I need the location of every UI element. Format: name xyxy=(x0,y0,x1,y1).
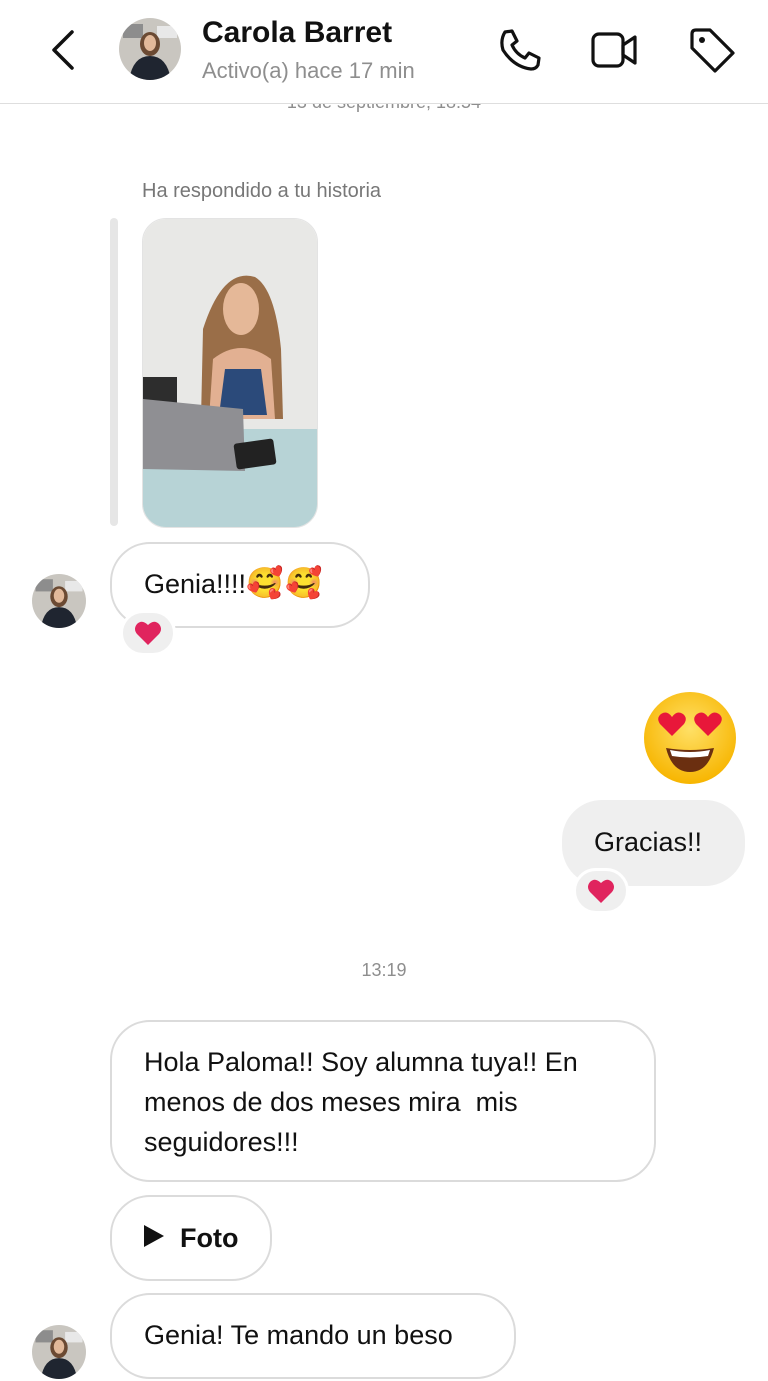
avatar-photo xyxy=(32,574,86,628)
story-reply-label: Ha respondido a tu historia xyxy=(142,180,382,202)
heart-reaction[interactable] xyxy=(120,610,176,656)
heart-icon xyxy=(135,621,161,645)
emoji-smiling-hearts: 🥰🥰 xyxy=(246,567,325,600)
photo-label: Foto xyxy=(180,1223,239,1253)
back-arrow-icon[interactable] xyxy=(44,28,84,72)
message-text: Genia! Te mando un beso xyxy=(144,1320,453,1350)
contact-name[interactable]: Carola Barret xyxy=(202,16,392,50)
story-photo xyxy=(143,219,317,527)
video-camera-icon[interactable] xyxy=(588,24,640,76)
tag-icon[interactable] xyxy=(686,24,738,76)
message-text-line: Hola Paloma!! Soy alumna tuya!! En xyxy=(144,1047,578,1077)
heart-reaction[interactable] xyxy=(573,868,629,914)
contact-avatar-small[interactable] xyxy=(32,1325,86,1379)
avatar-photo xyxy=(32,1325,86,1379)
contact-avatar[interactable] xyxy=(119,18,181,80)
message-bubble-received[interactable]: Hola Paloma!! Soy alumna tuya!! En menos… xyxy=(110,1020,656,1182)
contact-avatar-small[interactable] xyxy=(32,574,86,628)
heart-icon xyxy=(588,879,614,903)
message-text: Genia!!!! xyxy=(144,569,247,599)
contact-status: Activo(a) hace 17 min xyxy=(202,58,415,83)
story-thumbnail[interactable] xyxy=(142,218,318,528)
reply-quote-bar xyxy=(110,218,118,526)
message-text: Gracias!! xyxy=(594,827,703,857)
time-separator: 13:19 xyxy=(361,960,407,980)
heart-eyes-emoji[interactable] xyxy=(642,690,738,786)
photo-message-button[interactable]: Foto xyxy=(110,1195,272,1281)
chat-header: Carola Barret Activo(a) hace 17 min xyxy=(0,0,768,104)
message-bubble-received[interactable]: Genia! Te mando un beso xyxy=(110,1293,516,1379)
play-icon xyxy=(144,1225,164,1247)
phone-icon[interactable] xyxy=(494,24,546,76)
message-text-line: seguidores!!! xyxy=(144,1127,299,1157)
avatar-photo xyxy=(119,18,181,80)
message-text-line: menos de dos meses mira mis xyxy=(144,1087,518,1117)
